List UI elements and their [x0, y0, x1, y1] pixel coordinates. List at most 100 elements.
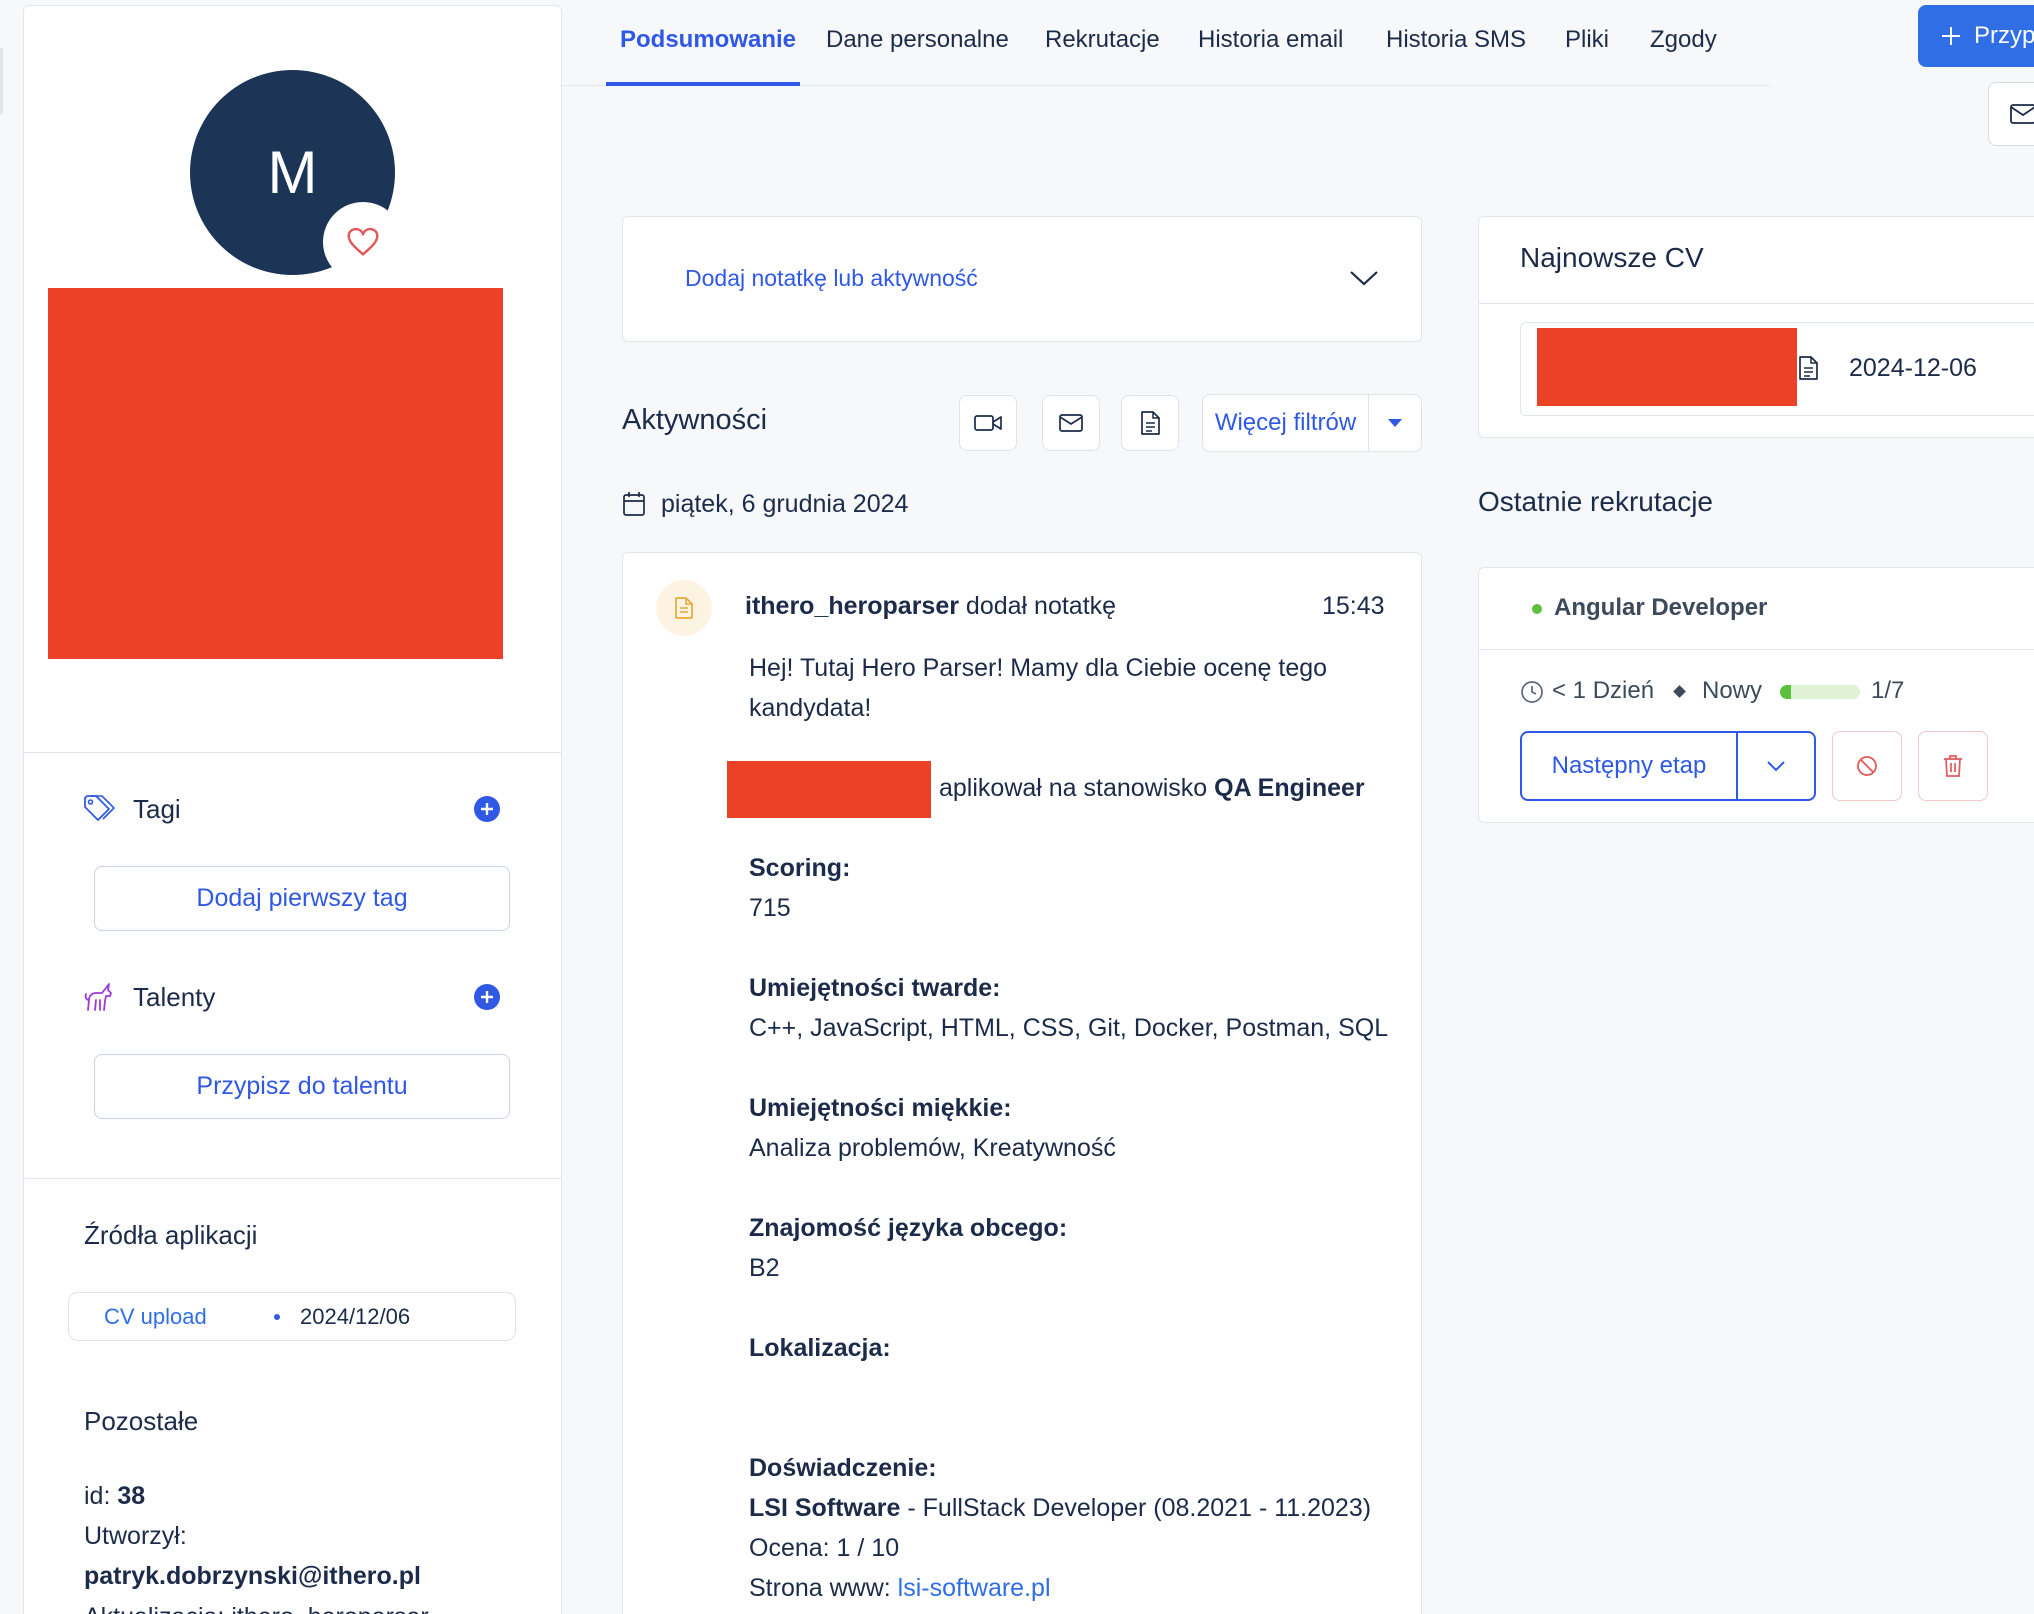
- source-name[interactable]: CV upload: [104, 1304, 207, 1330]
- note-icon: [675, 597, 693, 619]
- next-stage-button[interactable]: Następny etap: [1520, 731, 1816, 801]
- activity-action: dodał notatkę: [965, 592, 1117, 620]
- updated-value: ithero_heroparser: [231, 1603, 428, 1614]
- scoring-value: 715: [749, 894, 791, 922]
- chevron-down-icon: [1350, 271, 1378, 286]
- next-stage-label: Następny etap: [1522, 733, 1738, 799]
- sidebar-divider: [24, 1178, 561, 1179]
- created-label: Utworzył:: [84, 1522, 187, 1550]
- tab-consents[interactable]: Zgody: [1650, 26, 1717, 54]
- add-first-tag-button[interactable]: Dodaj pierwszy tag: [94, 866, 510, 931]
- cv-date: 2024-12-06: [1849, 354, 1977, 382]
- chevron-down-icon: [1767, 761, 1785, 772]
- applied-text: aplikował na stanowisko: [939, 774, 1208, 802]
- stage-progress-fill: [1780, 685, 1792, 699]
- envelope-icon: [1059, 414, 1083, 432]
- id-row: id: 38: [84, 1482, 145, 1511]
- tab-recruitments[interactable]: Rekrutacje: [1045, 26, 1160, 54]
- add-talent-icon[interactable]: [474, 984, 500, 1010]
- edge-sliver: [0, 48, 3, 114]
- language-label: Znajomość języka obcego:: [749, 1214, 1068, 1242]
- language-value: B2: [749, 1254, 780, 1282]
- filter-emails-button[interactable]: [1042, 395, 1100, 451]
- trash-icon: [1944, 755, 1962, 777]
- send-email-button[interactable]: [1988, 82, 2034, 146]
- calendar-icon: [623, 492, 645, 516]
- clock-icon: [1521, 681, 1543, 703]
- activities-title: Aktywności: [622, 404, 768, 436]
- recruitment-status: Nowy: [1702, 677, 1763, 704]
- tab-personal-data[interactable]: Dane personalne: [826, 26, 1009, 54]
- add-note-dropdown[interactable]: Dodaj notatkę lub aktywność: [622, 216, 1422, 342]
- document-icon: [1141, 411, 1160, 435]
- redacted-candidate-name: [727, 761, 931, 818]
- experience-label: Doświadczenie:: [749, 1454, 937, 1482]
- hard-skills-value: C++, JavaScript, HTML, CSS, Git, Docker,…: [749, 1014, 1389, 1042]
- tag-icon: [84, 795, 115, 821]
- plus-icon: [1942, 27, 1960, 45]
- assign-button-label: Przyp: [1974, 22, 2034, 49]
- status-dot: [1532, 604, 1542, 614]
- tags-title: Tagi: [133, 794, 181, 824]
- document-icon: [1799, 356, 1818, 380]
- tab-summary[interactable]: Podsumowanie: [620, 26, 796, 54]
- activity-author[interactable]: ithero_heroparser: [745, 592, 959, 620]
- add-tag-icon[interactable]: [474, 796, 500, 822]
- recruitment-duration: < 1 Dzień: [1552, 677, 1655, 704]
- stage-progress-label: 1/7: [1871, 677, 1905, 704]
- more-filters-button[interactable]: Więcej filtrów: [1202, 394, 1422, 452]
- unicorn-icon: [84, 983, 112, 1011]
- other-title: Pozostałe: [84, 1406, 199, 1436]
- active-tab-indicator: [606, 82, 800, 86]
- envelope-icon: [2010, 104, 2034, 124]
- more-filters-dropdown[interactable]: [1369, 395, 1421, 451]
- favorite-button[interactable]: [323, 202, 403, 282]
- redacted-cv-filename: [1537, 328, 1797, 406]
- applied-position: QA Engineer: [1214, 774, 1365, 802]
- tab-email-history[interactable]: Historia email: [1198, 26, 1343, 54]
- assign-button[interactable]: Przyp: [1918, 5, 2034, 67]
- video-camera-icon: [974, 415, 1002, 431]
- bullet-dot: [274, 1314, 280, 1320]
- application-sources-title: Źródła aplikacji: [84, 1220, 258, 1250]
- location-label: Lokalizacja:: [749, 1334, 891, 1362]
- applied-line: aplikował na stanowisko QA Engineer: [939, 768, 1365, 808]
- avatar-initial: M: [267, 139, 318, 206]
- card-divider: [1479, 649, 2034, 650]
- recent-recruitments-title: Ostatnie rekrutacje: [1478, 486, 1713, 517]
- sidebar-divider: [24, 752, 561, 753]
- talents-title: Talenty: [133, 982, 216, 1012]
- id-value: 38: [117, 1482, 146, 1510]
- soft-skills-value: Analiza problemów, Kreatywność: [749, 1134, 1116, 1162]
- note-icon-bubble: [656, 580, 712, 636]
- tab-sms-history[interactable]: Historia SMS: [1386, 26, 1526, 54]
- filter-meetings-button[interactable]: [959, 395, 1017, 451]
- soft-skills-label: Umiejętności miękkie:: [749, 1094, 1012, 1122]
- note-intro: Hej! Tutaj Hero Parser! Mamy dla Ciebie …: [749, 654, 1328, 722]
- scoring-label: Scoring:: [749, 854, 851, 882]
- assign-talent-button[interactable]: Przypisz do talentu: [94, 1054, 510, 1119]
- more-filters-label: Więcej filtrów: [1203, 395, 1369, 451]
- delete-button[interactable]: [1918, 731, 1988, 801]
- recruitment-name[interactable]: Angular Developer: [1554, 594, 1767, 622]
- add-note-placeholder: Dodaj notatkę lub aktywność: [685, 265, 978, 291]
- activity-time: 15:43: [1322, 592, 1385, 620]
- experience-rating: Ocena: 1 / 10: [749, 1534, 900, 1562]
- source-date: 2024/12/06: [300, 1304, 411, 1329]
- reject-button[interactable]: [1832, 731, 1902, 801]
- filter-notes-button[interactable]: [1121, 395, 1179, 451]
- tab-files[interactable]: Pliki: [1565, 26, 1609, 54]
- block-icon: [1857, 756, 1877, 776]
- updated-row: Aktualizacja: ithero_heroparser: [84, 1603, 429, 1614]
- experience-role: - FullStack Developer (08.2021 - 11.2023…: [907, 1494, 1372, 1522]
- next-stage-dropdown[interactable]: [1738, 733, 1814, 799]
- id-label: id:: [84, 1482, 111, 1510]
- heart-icon: [347, 227, 379, 256]
- activity-header: ithero_heroparser dodał notatkę: [745, 592, 1116, 621]
- updated-label: Aktualizacja:: [84, 1603, 224, 1614]
- website-link[interactable]: lsi-software.pl: [898, 1574, 1051, 1602]
- redacted-candidate-info: [48, 288, 503, 659]
- stage-progress-bar: [1780, 685, 1860, 699]
- hard-skills-label: Umiejętności twarde:: [749, 974, 1001, 1002]
- source-pill: CV upload 2024/12/06: [68, 1292, 516, 1341]
